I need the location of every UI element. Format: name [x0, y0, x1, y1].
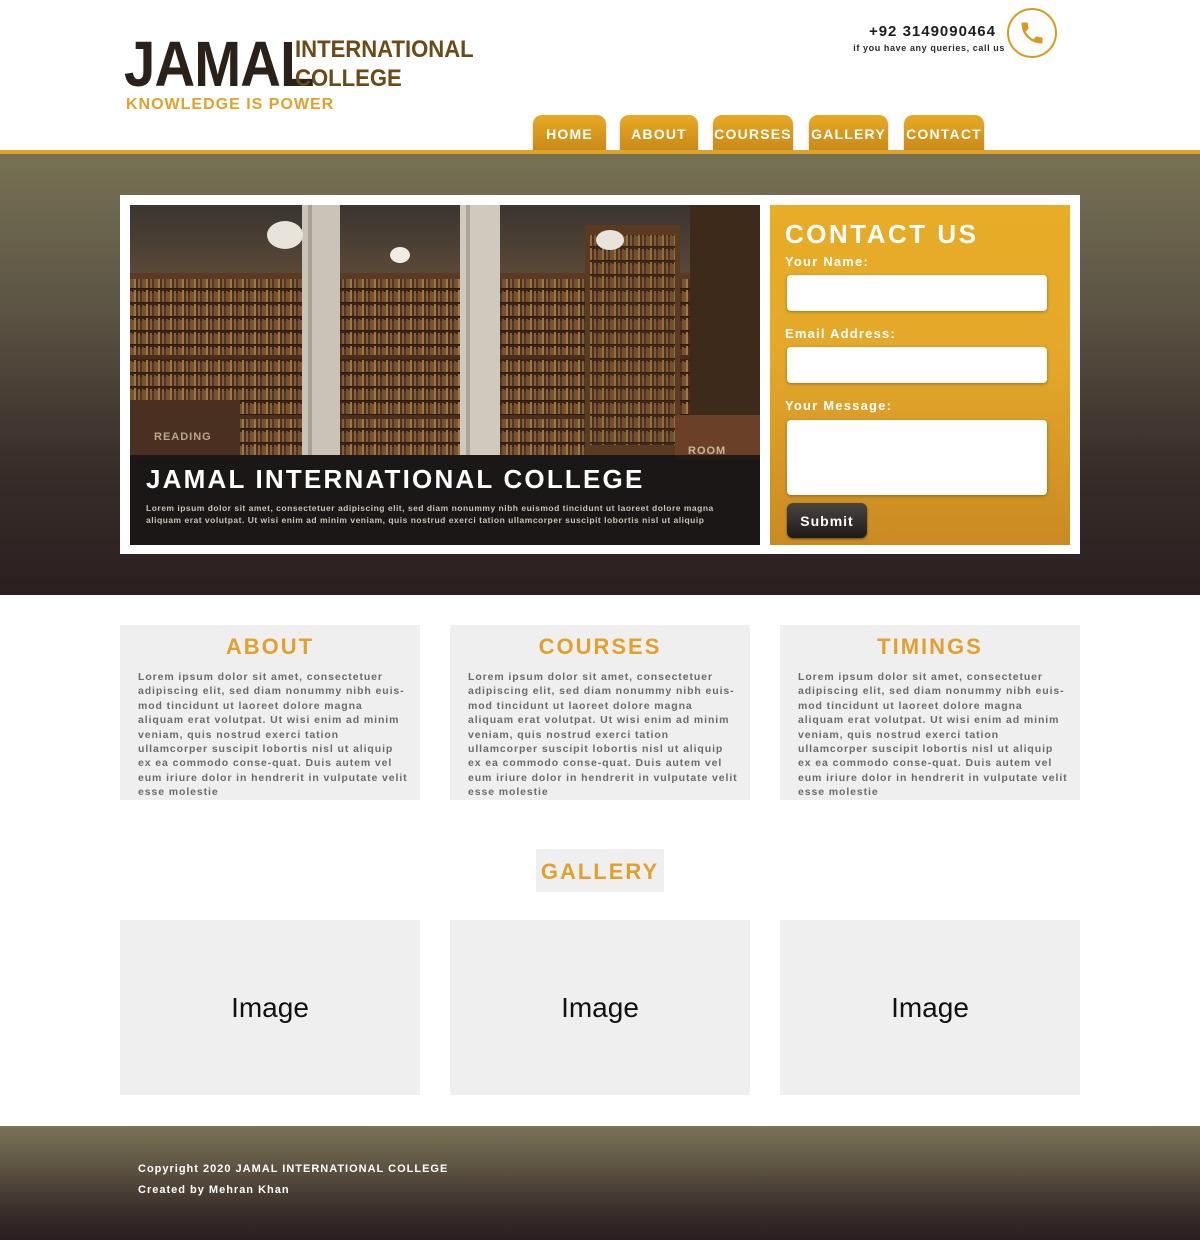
- message-field[interactable]: [787, 420, 1047, 495]
- logo-subtitle-line1: INTERNATIONAL: [295, 36, 474, 63]
- phone-glyph: [1021, 22, 1043, 44]
- logo-subtitle-line2: COLLEGE: [295, 65, 402, 92]
- message-label: Your Message:: [785, 398, 893, 413]
- phone-note: if you have any queries, call us: [853, 43, 1005, 53]
- logo-title[interactable]: JAMAL: [124, 28, 314, 100]
- nav-courses[interactable]: COURSES: [713, 115, 793, 150]
- site-footer: Copyright 2020 JAMAL INTERNATIONAL COLLE…: [0, 1126, 1200, 1240]
- nav-contact[interactable]: CONTACT: [904, 115, 984, 150]
- phone-number[interactable]: +92 3149090464: [869, 23, 996, 40]
- card-text: Lorem ipsum dolor sit amet, consectetuer…: [798, 671, 1068, 799]
- gallery-image[interactable]: Image: [780, 920, 1080, 1095]
- card-title: TIMINGS: [877, 634, 983, 659]
- phone-icon[interactable]: [1007, 8, 1057, 58]
- logo-subtitle: INTERNATIONAL COLLEGE: [295, 35, 474, 93]
- copyright-text: Copyright 2020 JAMAL INTERNATIONAL COLLE…: [138, 1163, 449, 1175]
- credit-text: Created by Mehran Khan: [138, 1184, 290, 1196]
- email-field[interactable]: [787, 347, 1047, 383]
- hero-section: READING ROOM JAMAL INTERNATIONAL COLLEGE…: [0, 154, 1200, 595]
- gallery-image[interactable]: Image: [450, 920, 750, 1095]
- nav-home[interactable]: HOME: [533, 115, 606, 150]
- gallery-title: GALLERY: [536, 849, 664, 892]
- card-text: Lorem ipsum dolor sit amet, consectetuer…: [468, 671, 738, 799]
- timings-card: TIMINGS Lorem ipsum dolor sit amet, cons…: [780, 625, 1080, 800]
- about-card: ABOUT Lorem ipsum dolor sit amet, consec…: [120, 625, 420, 800]
- card-title: COURSES: [538, 634, 662, 659]
- gallery-image[interactable]: Image: [120, 920, 420, 1095]
- card-text: Lorem ipsum dolor sit amet, consectetuer…: [138, 671, 408, 799]
- site-header: JAMAL INTERNATIONAL COLLEGE KNOWLEDGE IS…: [0, 0, 1200, 150]
- contact-form: CONTACT US Your Name: Email Address: You…: [770, 205, 1070, 545]
- hero-caption: JAMAL INTERNATIONAL COLLEGE Lorem ipsum …: [130, 455, 760, 545]
- name-field[interactable]: [787, 275, 1047, 311]
- reading-sign: READING: [154, 431, 212, 443]
- card-title: ABOUT: [225, 634, 315, 659]
- hero-frame: READING ROOM JAMAL INTERNATIONAL COLLEGE…: [120, 195, 1080, 554]
- nav-gallery[interactable]: GALLERY: [809, 115, 888, 150]
- name-label: Your Name:: [785, 254, 869, 269]
- hero-title: JAMAL INTERNATIONAL COLLEGE: [146, 464, 645, 494]
- submit-button[interactable]: Submit: [787, 503, 867, 538]
- tagline: KNOWLEDGE IS POWER: [126, 96, 335, 113]
- email-label: Email Address:: [785, 326, 896, 341]
- courses-card: COURSES Lorem ipsum dolor sit amet, cons…: [450, 625, 750, 800]
- library-image: READING ROOM JAMAL INTERNATIONAL COLLEGE…: [130, 205, 760, 545]
- hero-text: Lorem ipsum dolor sit amet, consectetuer…: [146, 503, 714, 525]
- nav-about[interactable]: ABOUT: [620, 115, 698, 150]
- contact-title: CONTACT US: [785, 219, 979, 249]
